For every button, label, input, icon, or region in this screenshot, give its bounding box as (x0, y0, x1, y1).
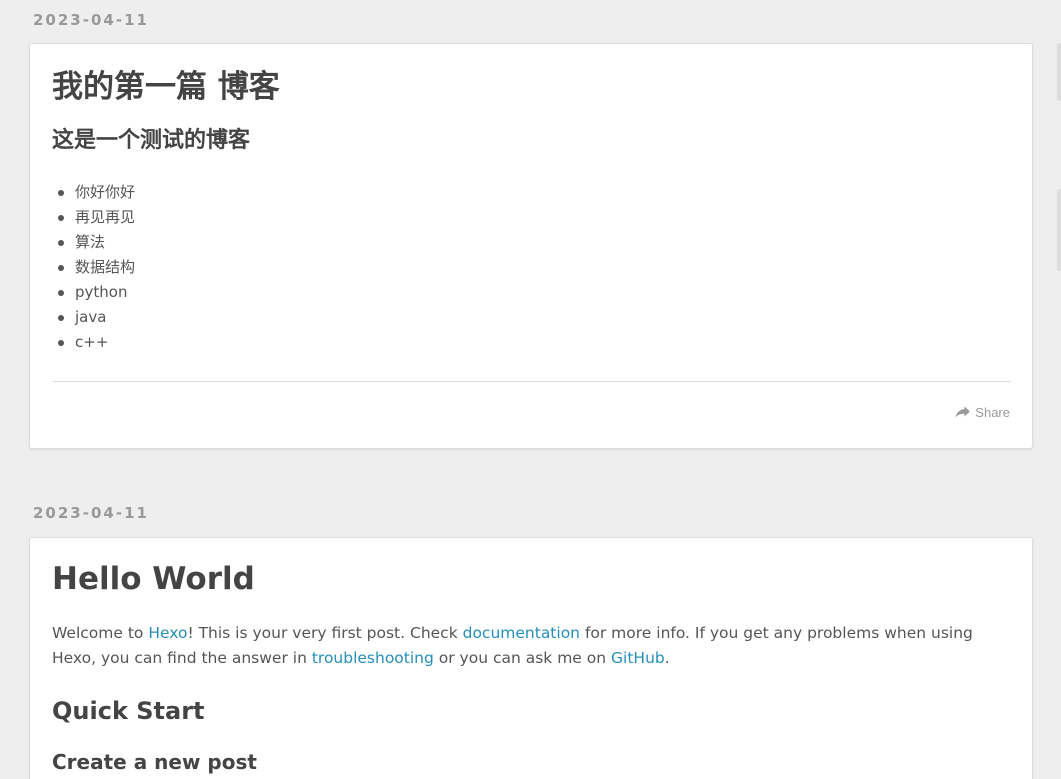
section-heading: Quick Start (52, 697, 205, 725)
intro-text: . (664, 649, 670, 667)
post-title[interactable]: Hello World (52, 560, 255, 598)
documentation-link[interactable]: documentation (463, 624, 580, 642)
post-date[interactable]: 2023-04-11 (33, 13, 149, 28)
list-item: 数据结构 (52, 255, 135, 280)
post-card: 我的第一篇 博客 这是一个测试的博客 你好你好 再见再见 算法 数据结构 pyt… (29, 43, 1033, 449)
sidebar-widget-edge (1057, 43, 1061, 101)
subsection-heading: Create a new post (52, 750, 257, 774)
list-item: c++ (52, 330, 135, 355)
post-date[interactable]: 2023-04-11 (33, 506, 149, 521)
intro-text: ! This is your very first post. Check (187, 624, 463, 642)
post-card: Hello World Welcome to Hexo! This is you… (29, 537, 1033, 779)
github-link[interactable]: GitHub (611, 649, 665, 667)
troubleshooting-link[interactable]: troubleshooting (312, 649, 434, 667)
post-bullet-list: 你好你好 再见再见 算法 数据结构 python java c++ (52, 180, 135, 355)
list-item: 算法 (52, 230, 135, 255)
intro-text: Welcome to (52, 624, 149, 642)
blog-page: 2023-04-11 我的第一篇 博客 这是一个测试的博客 你好你好 再见再见 … (0, 0, 1061, 779)
post-intro-paragraph: Welcome to Hexo! This is your very first… (52, 621, 1017, 671)
post-footer-divider (52, 381, 1011, 382)
hexo-link[interactable]: Hexo (148, 624, 187, 642)
share-label: Share (975, 405, 1010, 420)
list-item: 你好你好 (52, 180, 135, 205)
share-icon (955, 406, 970, 419)
post-title[interactable]: 我的第一篇 博客 (52, 68, 280, 106)
intro-text: or you can ask me on (433, 649, 612, 667)
share-button[interactable]: Share (955, 405, 1010, 420)
list-item: 再见再见 (52, 205, 135, 230)
list-item: java (52, 305, 135, 330)
post-subheading: 这是一个测试的博客 (52, 128, 251, 153)
sidebar-widget-edge (1057, 189, 1061, 271)
list-item: python (52, 280, 135, 305)
